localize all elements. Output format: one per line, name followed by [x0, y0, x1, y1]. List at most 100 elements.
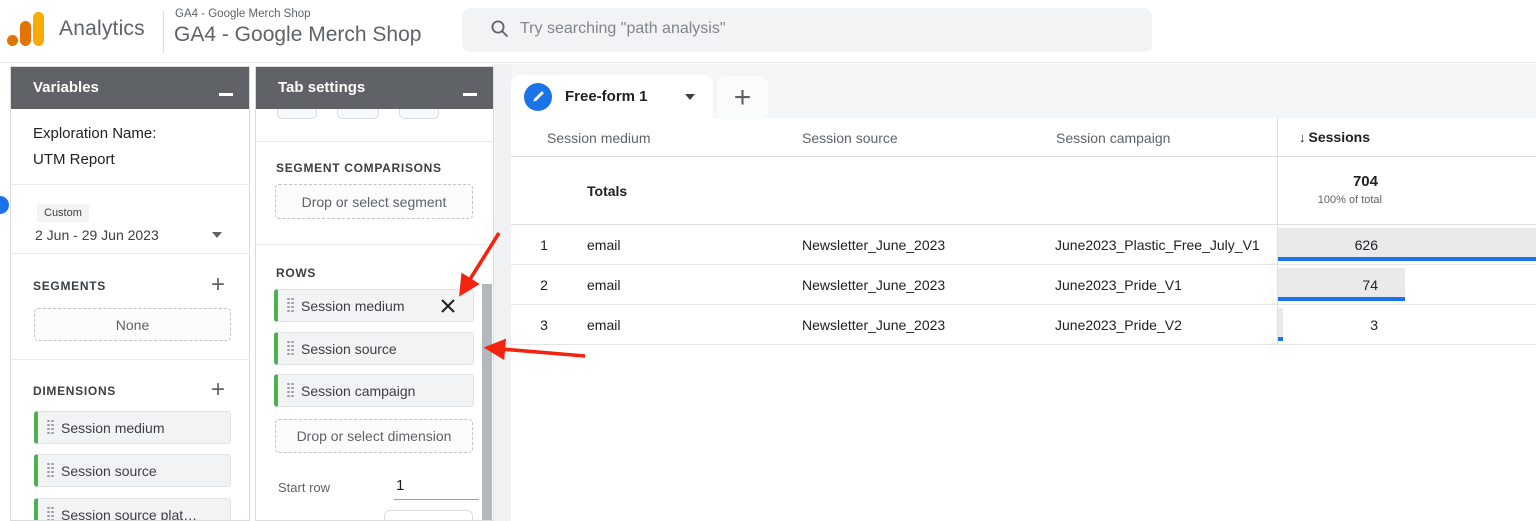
cell-session-source: Newsletter_June_2023 — [802, 277, 946, 293]
search-placeholder: Try searching "path analysis" — [520, 20, 726, 37]
edge-blue-dot — [0, 196, 9, 214]
sessions-value: 626 — [1354, 237, 1378, 253]
remove-dimension-icon[interactable] — [439, 297, 457, 315]
exploration-name-label: Exploration Name: — [33, 125, 157, 142]
drag-handle-icon[interactable] — [287, 297, 295, 314]
dimension-chip[interactable]: Session source — [274, 332, 474, 365]
dimension-chip[interactable]: Session campaign — [274, 374, 474, 407]
exploration-name-value[interactable]: UTM Report — [33, 147, 156, 173]
drag-handle-icon[interactable] — [47, 419, 55, 436]
table-row[interactable]: 3 email Newsletter_June_2023 June2023_Pride… — [511, 305, 1536, 345]
analytics-logo-icon — [20, 21, 31, 46]
dimension-drop-label: Drop or select dimension — [296, 428, 452, 444]
cell-sessions: 626 — [1278, 225, 1536, 264]
property-switcher[interactable]: GA4 - Google Merch Shop — [174, 23, 421, 47]
show-rows-peek-button[interactable] — [384, 510, 473, 520]
tab-free-form-1[interactable]: Free-form 1 — [511, 75, 713, 118]
table-row[interactable]: 2 email Newsletter_June_2023 June2023_Pride… — [511, 265, 1536, 305]
dimension-chip-label: Session medium — [301, 297, 405, 314]
tab-settings-panel: Tab settings SEGMENT COMPARISONS Drop or… — [255, 66, 494, 521]
dimension-chip[interactable]: Session source plat… — [34, 498, 231, 521]
divider — [11, 359, 249, 360]
dimension-drop-target[interactable]: Drop or select dimension — [275, 419, 473, 453]
search-input[interactable]: Try searching "path analysis" — [462, 8, 1152, 52]
dimensions-label: DIMENSIONS — [33, 384, 117, 398]
dimension-chip-label: Session campaign — [301, 382, 416, 399]
sessions-value: 3 — [1370, 317, 1378, 333]
panel-gap — [494, 64, 511, 521]
cell-session-medium: email — [587, 317, 621, 333]
product-name: Analytics — [59, 17, 145, 40]
segments-none-label: None — [115, 316, 150, 333]
sort-descending-icon: ↓ — [1299, 130, 1306, 145]
minimize-icon[interactable] — [463, 93, 477, 96]
drag-handle-icon[interactable] — [287, 382, 295, 399]
dimension-chip[interactable]: Session source — [34, 454, 231, 487]
row-index: 3 — [540, 317, 548, 333]
segment-drop-target[interactable]: Drop or select segment — [275, 184, 473, 219]
dimension-chip-label: Session source — [61, 462, 157, 479]
dimension-chip-label: Session medium — [61, 419, 165, 436]
cell-session-source: Newsletter_June_2023 — [802, 237, 946, 253]
rows-label: ROWS — [276, 266, 317, 280]
date-range-selector[interactable]: 2 Jun - 29 Jun 2023 — [35, 227, 159, 243]
cell-session-campaign: June2023_Pride_V2 — [1055, 317, 1182, 333]
minimize-icon[interactable] — [219, 93, 233, 96]
search-icon — [490, 19, 509, 43]
cell-sessions: 3 — [1278, 305, 1536, 344]
cell-session-medium: email — [587, 237, 621, 253]
totals-label: Totals — [587, 183, 628, 199]
segment-drop-label: Drop or select segment — [301, 193, 447, 210]
tab-label: Free-form 1 — [565, 88, 648, 105]
totals-value: 704 — [1352, 173, 1378, 190]
start-row-input[interactable]: 1 — [396, 477, 404, 494]
dimension-chip[interactable]: Session medium — [34, 411, 231, 444]
cell-session-medium: email — [587, 277, 621, 293]
sessions-value: 74 — [1362, 277, 1378, 293]
tab-chevron-down-icon[interactable] — [685, 94, 695, 100]
row-index: 2 — [540, 277, 548, 293]
divider — [256, 141, 493, 142]
appbar-divider — [163, 11, 164, 53]
app-bar: Analytics GA4 - Google Merch Shop GA4 - … — [0, 0, 1536, 63]
totals-percent: 100% of total — [1317, 194, 1382, 206]
edit-pencil-icon — [524, 82, 552, 111]
drag-handle-icon[interactable] — [47, 506, 55, 520]
segments-label: SEGMENTS — [33, 279, 106, 293]
dimension-chip-label: Session source plat… — [61, 506, 198, 521]
totals-row: Totals 704 100% of total — [511, 157, 1536, 225]
cell-session-campaign: June2023_Pride_V1 — [1055, 277, 1182, 293]
table-row[interactable]: 1 email Newsletter_June_2023 June2023_Plast… — [511, 225, 1536, 265]
column-header-session-medium[interactable]: Session medium — [547, 130, 651, 146]
panel-scrollbar[interactable] — [482, 284, 492, 520]
column-header-sessions[interactable]: ↓ Sessions — [1299, 129, 1370, 145]
table-rows: 1 email Newsletter_June_2023 June2023_Plast… — [511, 225, 1536, 345]
segments-none-box[interactable]: None — [34, 308, 231, 341]
add-dimension-button[interactable]: + — [211, 378, 225, 402]
property-label: GA4 - Google Merch Shop — [175, 8, 311, 20]
cell-session-campaign: June2023_Plastic_Free_July_V1 — [1055, 237, 1260, 253]
tab-settings-panel-title: Tab settings — [278, 79, 366, 96]
variables-panel: Variables Exploration Name: UTM Report C… — [10, 66, 250, 521]
analytics-logo-icon — [33, 12, 44, 46]
add-segment-button[interactable]: + — [211, 273, 225, 297]
table-header-row: Session medium Session source Session ca… — [511, 118, 1536, 157]
date-range-badge: Custom — [37, 204, 89, 222]
tab-settings-panel-header: Tab settings — [256, 67, 493, 109]
column-header-session-campaign[interactable]: Session campaign — [1056, 130, 1170, 146]
drag-handle-icon[interactable] — [47, 462, 55, 479]
row-index: 1 — [540, 237, 548, 253]
variables-panel-title: Variables — [33, 79, 99, 96]
drag-handle-icon[interactable] — [287, 340, 295, 357]
analytics-logo-icon — [7, 35, 18, 46]
start-row-label: Start row — [278, 480, 331, 495]
divider — [11, 184, 249, 185]
divider — [11, 253, 249, 254]
divider — [256, 244, 493, 245]
segment-comparisons-label: SEGMENT COMPARISONS — [276, 161, 442, 175]
cell-session-source: Newsletter_June_2023 — [802, 317, 946, 333]
add-tab-button[interactable]: + — [717, 76, 768, 120]
dimension-chip[interactable]: Session medium — [274, 289, 474, 322]
chevron-down-icon[interactable] — [212, 232, 222, 238]
column-header-session-source[interactable]: Session source — [802, 130, 898, 146]
